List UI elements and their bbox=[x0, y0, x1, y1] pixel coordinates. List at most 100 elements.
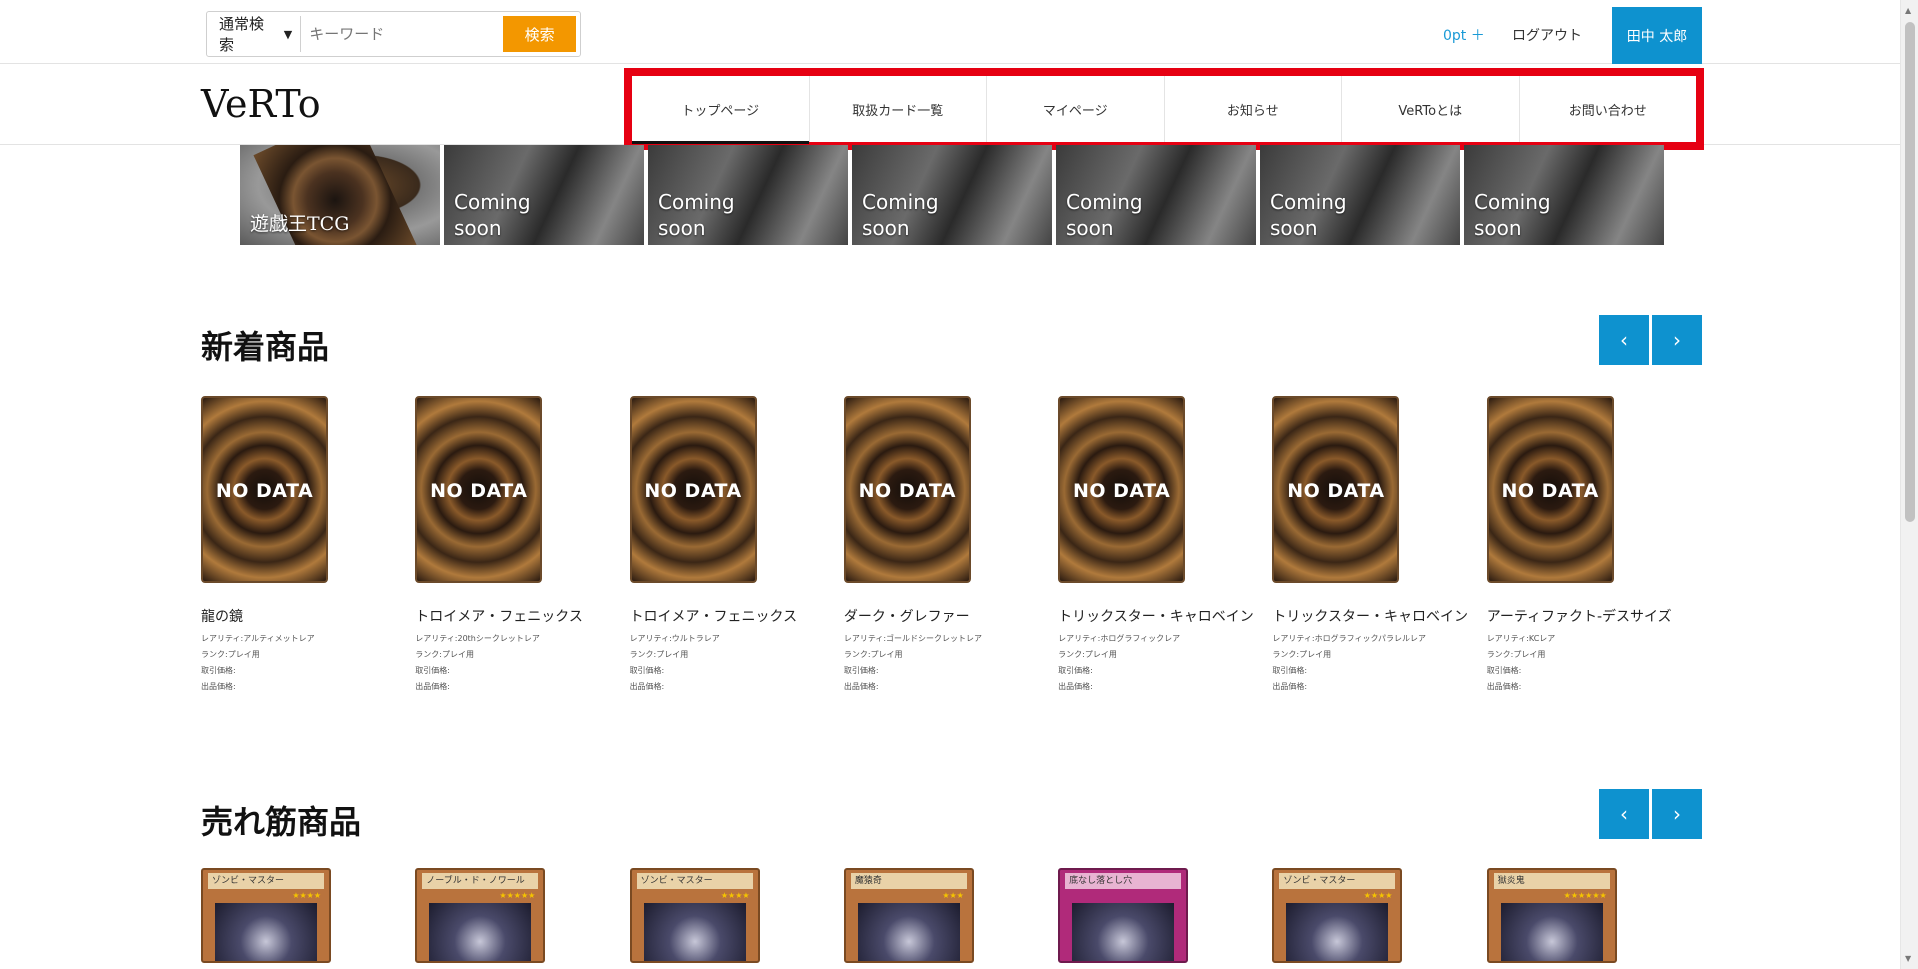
banner-label: Coming soon bbox=[658, 190, 735, 240]
search-button[interactable]: 検索 bbox=[503, 16, 576, 52]
product-name[interactable]: アーティファクト-デスサイズ bbox=[1487, 603, 1692, 631]
card-title: ノーブル・ド・ノワール bbox=[422, 873, 539, 889]
category-banner[interactable]: Coming soon bbox=[444, 145, 644, 245]
product-image[interactable]: ゾンビ・マスター ★★★★ bbox=[201, 868, 331, 963]
banner-label: Coming soon bbox=[862, 190, 939, 240]
best-next-button[interactable]: › bbox=[1652, 789, 1702, 839]
product-item[interactable]: 獄炎鬼 ★★★★★★ bbox=[1486, 868, 1701, 963]
product-buy-price: 取引価格: bbox=[843, 666, 879, 675]
nav-item-3[interactable]: マイページ bbox=[987, 76, 1165, 142]
product-item[interactable]: 底なし落とし穴 bbox=[1058, 868, 1272, 963]
nav-item-2[interactable]: 取扱カード一覧 bbox=[810, 76, 987, 142]
no-data-label: NO DATA bbox=[858, 480, 957, 502]
product-rarity: レアリティ:ホログラフィックパラレルレア bbox=[1272, 634, 1427, 643]
card-title: 魔猿奇 bbox=[850, 873, 967, 889]
search-mode-label: 通常検索 bbox=[219, 15, 265, 54]
logout-link[interactable]: ログアウト bbox=[1512, 25, 1582, 45]
no-data-label: NO DATA bbox=[215, 480, 314, 502]
card-artwork bbox=[643, 903, 746, 961]
no-data-label: NO DATA bbox=[644, 480, 742, 502]
product-item[interactable]: NO DATA ダーク・グレファー レアリティ:ゴールドシークレットレア ランク:プレ… bbox=[843, 396, 1058, 695]
card-level-stars: ★★★ bbox=[942, 891, 964, 900]
banner-label: Coming soon bbox=[1474, 190, 1551, 240]
new-products-list: NO DATA 龍の鏡 レアリティ:アルティメットレア ランク:プレイ用 取引価格: 出品… bbox=[201, 396, 1701, 695]
product-image[interactable]: NO DATA bbox=[629, 396, 757, 583]
product-name[interactable]: 龍の鏡 bbox=[201, 603, 406, 631]
product-rarity: レアリティ:20thシークレットレア bbox=[415, 634, 540, 643]
new-prev-button[interactable]: ‹ bbox=[1599, 315, 1649, 365]
nav-item-6[interactable]: お問い合わせ bbox=[1520, 76, 1697, 142]
category-banner[interactable]: Coming soon bbox=[852, 145, 1052, 245]
product-item[interactable]: NO DATA アーティファクト-デスサイズ レアリティ:KCレア ランク:プレイ用取… bbox=[1486, 396, 1701, 695]
site-logo[interactable]: VeRTo bbox=[201, 82, 321, 126]
new-next-button[interactable]: › bbox=[1652, 315, 1702, 365]
new-products-carousel-controls: ‹ › bbox=[1599, 315, 1702, 365]
product-item[interactable]: NO DATA トロイメア・フェニックス レアリティ:20thシークレットレア ランク… bbox=[415, 396, 629, 695]
card-artwork bbox=[1286, 903, 1389, 961]
banner-label: Coming soon bbox=[454, 190, 531, 240]
product-item[interactable]: NO DATA トリックスター・キャロベインレアリティ:ホログラフィックパラレルレ… bbox=[1272, 396, 1486, 695]
card-artwork bbox=[215, 903, 317, 961]
search-input[interactable] bbox=[301, 16, 504, 52]
search-mode-select[interactable]: 通常検索 ▼ bbox=[211, 15, 302, 54]
no-data-label: NO DATA bbox=[430, 480, 528, 502]
product-sell-price: 出品価格: bbox=[415, 682, 450, 691]
product-image[interactable]: 魔猿奇 ★★★ bbox=[843, 868, 974, 963]
product-condition: ランク:プレイ用 bbox=[1486, 650, 1546, 659]
category-banner[interactable]: Coming soon bbox=[1260, 145, 1460, 245]
nav-item-1[interactable]: トップページ bbox=[632, 76, 810, 144]
product-name[interactable]: トリックスター・キャロベイン bbox=[1272, 603, 1477, 631]
product-item[interactable]: ノーブル・ド・ノワール ★★★★★ bbox=[415, 868, 629, 963]
product-image[interactable]: NO DATA bbox=[415, 396, 543, 583]
product-name[interactable]: ダーク・グレファー bbox=[844, 603, 1049, 631]
product-item[interactable]: NO DATA トロイメア・フェニックス レアリティ:ウルトラレア ランク:プレイ用取… bbox=[629, 396, 844, 695]
product-item[interactable]: NO DATA トリックスター・キャロベイン レアリティ:ホログラフィックレア ランク… bbox=[1058, 396, 1272, 695]
product-image[interactable]: ゾンビ・マスター ★★★★ bbox=[629, 868, 760, 963]
product-item[interactable]: ゾンビ・マスター ★★★★ bbox=[1272, 868, 1486, 963]
card-level-stars: ★★★★ bbox=[292, 891, 321, 900]
scroll-up-icon[interactable]: ▲ bbox=[1905, 6, 1911, 15]
scroll-down-icon[interactable]: ▼ bbox=[1905, 954, 1911, 963]
product-item[interactable]: NO DATA 龍の鏡 レアリティ:アルティメットレア ランク:プレイ用 取引価格: 出品… bbox=[201, 396, 415, 695]
product-item[interactable]: ゾンビ・マスター ★★★★ bbox=[629, 868, 844, 963]
product-item[interactable]: ゾンビ・マスター ★★★★ bbox=[201, 868, 415, 963]
product-image[interactable]: NO DATA bbox=[1486, 396, 1614, 583]
product-image[interactable]: NO DATA bbox=[1058, 396, 1186, 583]
best-prev-button[interactable]: ‹ bbox=[1599, 789, 1649, 839]
chevron-down-icon: ▼ bbox=[283, 27, 293, 41]
product-name[interactable]: トロイメア・フェニックス bbox=[415, 603, 620, 631]
new-products-title: 新着商品 bbox=[201, 328, 330, 366]
card-level-stars: ★★★★★ bbox=[499, 891, 536, 900]
no-data-label: NO DATA bbox=[1072, 480, 1171, 502]
product-sell-price: 出品価格: bbox=[201, 682, 236, 691]
product-condition: ランク:プレイ用 bbox=[201, 650, 260, 659]
product-image[interactable]: 獄炎鬼 ★★★★★★ bbox=[1486, 868, 1617, 963]
nav-item-4[interactable]: お知らせ bbox=[1165, 76, 1342, 142]
points-link[interactable]: 0pt ＋ bbox=[1443, 25, 1485, 45]
scrollbar-thumb[interactable] bbox=[1905, 22, 1915, 522]
category-banner[interactable]: Coming soon bbox=[648, 145, 848, 245]
user-button[interactable]: 田中 太郎 bbox=[1612, 7, 1702, 64]
product-name[interactable]: トロイメア・フェニックス bbox=[630, 603, 835, 631]
product-rarity: レアリティ:アルティメットレア bbox=[201, 634, 315, 643]
product-image[interactable]: ノーブル・ド・ノワール ★★★★★ bbox=[415, 868, 546, 963]
product-image[interactable]: NO DATA bbox=[843, 396, 971, 583]
category-banner[interactable]: Coming soon bbox=[1056, 145, 1256, 245]
banner-label: Coming soon bbox=[1066, 190, 1143, 240]
category-banner[interactable]: 遊戯王TCG bbox=[240, 145, 440, 245]
product-image[interactable]: ゾンビ・マスター ★★★★ bbox=[1272, 868, 1403, 963]
product-image[interactable]: NO DATA bbox=[1272, 396, 1400, 583]
product-name[interactable]: トリックスター・キャロベイン bbox=[1058, 603, 1263, 631]
product-condition: ランク:プレイ用 bbox=[1272, 650, 1332, 659]
product-item[interactable]: 魔猿奇 ★★★ bbox=[843, 868, 1058, 963]
product-image[interactable]: NO DATA bbox=[201, 396, 328, 583]
banner-label: Coming soon bbox=[1270, 190, 1347, 240]
card-title: 獄炎鬼 bbox=[1493, 873, 1610, 889]
nav-item-5[interactable]: VeRToとは bbox=[1342, 76, 1520, 142]
product-image[interactable]: 底なし落とし穴 bbox=[1058, 868, 1189, 963]
page-scrollbar[interactable]: ▲ ▼ bbox=[1900, 0, 1918, 969]
product-sell-price: 出品価格: bbox=[629, 682, 665, 691]
category-banner[interactable]: Coming soon bbox=[1464, 145, 1664, 245]
product-sell-price: 出品価格: bbox=[1058, 682, 1093, 691]
no-data-label: NO DATA bbox=[1287, 480, 1385, 502]
